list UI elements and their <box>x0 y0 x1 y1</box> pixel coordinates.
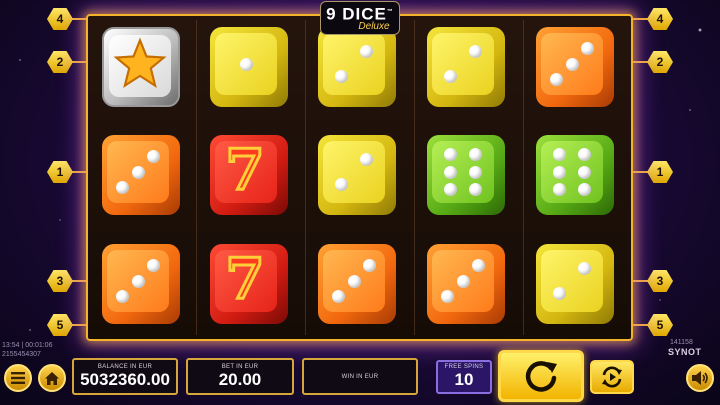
menu-icon <box>11 372 25 384</box>
die-yellow-2 <box>536 244 614 324</box>
die-face <box>432 33 494 95</box>
payline-badge-left: 2 <box>47 51 73 73</box>
die-red-seven: 7 <box>210 135 288 215</box>
balance-value: 5032360.00 <box>80 369 170 389</box>
die-orange-3 <box>318 244 396 324</box>
die-pip <box>577 148 591 162</box>
session-info: 13:54 | 00:01:06 2155454307 <box>2 341 52 359</box>
die-pip <box>553 286 567 300</box>
win-label: WIN IN EUR <box>341 373 379 380</box>
spin-icon <box>525 361 557 392</box>
die-orange-3 <box>102 135 180 215</box>
die-yellow-2 <box>318 135 396 215</box>
payline-badge-right: 1 <box>647 161 673 183</box>
die-silver-star <box>102 27 180 107</box>
die-orange-3 <box>427 244 505 324</box>
die-pip <box>553 182 567 196</box>
die-pip <box>577 165 591 179</box>
die-face <box>541 141 603 203</box>
free-spins-panel: FREE SPINS 10 <box>436 360 492 394</box>
payline-badge-left: 1 <box>47 161 73 183</box>
payline-badge-left: 5 <box>47 314 73 336</box>
die-yellow-2 <box>318 27 396 107</box>
session-time: 13:54 | 00:01:06 <box>2 342 53 349</box>
logo-subtitle: Deluxe <box>358 21 390 33</box>
die-pip <box>131 274 145 288</box>
die-pip <box>116 181 129 194</box>
die-pip <box>581 42 594 55</box>
seven-symbol: 7 <box>224 137 266 203</box>
die-pip <box>577 262 591 276</box>
die-red-seven: 7 <box>210 244 288 324</box>
payline-badge-right: 5 <box>647 314 673 336</box>
reel-divider <box>523 20 524 335</box>
die-green-6 <box>536 135 614 215</box>
autoplay-button[interactable] <box>590 360 634 394</box>
die-pip <box>472 259 485 272</box>
game-logo: 9 DICE™ Deluxe <box>320 1 400 35</box>
die-face <box>541 250 603 312</box>
die-yellow-1 <box>210 27 288 107</box>
die-pip <box>332 290 345 303</box>
die-orange-3 <box>102 244 180 324</box>
die-pip <box>363 259 376 272</box>
die-pip <box>553 165 567 179</box>
sound-icon <box>692 371 708 385</box>
die-pip <box>444 165 458 179</box>
die-green-6 <box>427 135 505 215</box>
die-face <box>323 33 385 95</box>
die-pip <box>444 182 458 196</box>
payline-badge-left: 3 <box>47 270 73 292</box>
die-pip <box>441 290 454 303</box>
star-icon <box>113 37 167 88</box>
die-pip <box>550 73 563 86</box>
payline-badge-left: 4 <box>47 8 73 30</box>
seven-symbol: 7 <box>224 246 266 312</box>
die-pip <box>239 57 253 71</box>
reel-divider <box>414 20 415 335</box>
game-id: 141158 <box>670 339 693 346</box>
win-panel: WIN IN EUR <box>302 358 418 395</box>
die-pip <box>456 274 470 288</box>
die-pip <box>335 69 349 83</box>
balance-panel: BALANCE IN EUR 5032360.00 <box>72 358 178 395</box>
die-pip <box>468 45 482 59</box>
die-pip <box>444 69 458 83</box>
die-pip <box>335 177 349 191</box>
free-spins-value: 10 <box>454 370 474 389</box>
die-pip <box>468 165 482 179</box>
bet-panel[interactable]: BET IN EUR 20.00 <box>186 358 294 395</box>
logo-trademark: ™ <box>386 8 394 15</box>
die-pip <box>131 165 145 179</box>
payline-badge-right: 2 <box>647 51 673 73</box>
die-pip <box>468 182 482 196</box>
die-pip <box>577 182 591 196</box>
die-yellow-2 <box>427 27 505 107</box>
payline-badge-right: 4 <box>647 8 673 30</box>
spin-button[interactable] <box>498 350 584 402</box>
autoplay-icon <box>602 366 622 388</box>
bet-value: 20.00 <box>218 369 262 389</box>
home-icon <box>45 371 59 385</box>
sound-button[interactable] <box>686 364 714 392</box>
home-button[interactable] <box>38 364 66 392</box>
reel-divider <box>305 20 306 335</box>
brand-logo: SYNOT <box>668 347 702 357</box>
die-orange-3 <box>536 27 614 107</box>
reel-divider <box>196 20 197 335</box>
die-pip <box>116 290 129 303</box>
menu-button[interactable] <box>4 364 32 392</box>
die-face <box>323 141 385 203</box>
payline-badge-right: 3 <box>647 270 673 292</box>
die-pip <box>359 153 373 167</box>
die-pip <box>468 148 482 162</box>
die-pip <box>347 274 361 288</box>
die-pip <box>147 259 160 272</box>
die-pip <box>565 57 579 71</box>
die-pip <box>147 150 160 163</box>
die-face <box>432 141 494 203</box>
session-id: 2155454307 <box>2 351 41 358</box>
die-pip <box>359 45 373 59</box>
